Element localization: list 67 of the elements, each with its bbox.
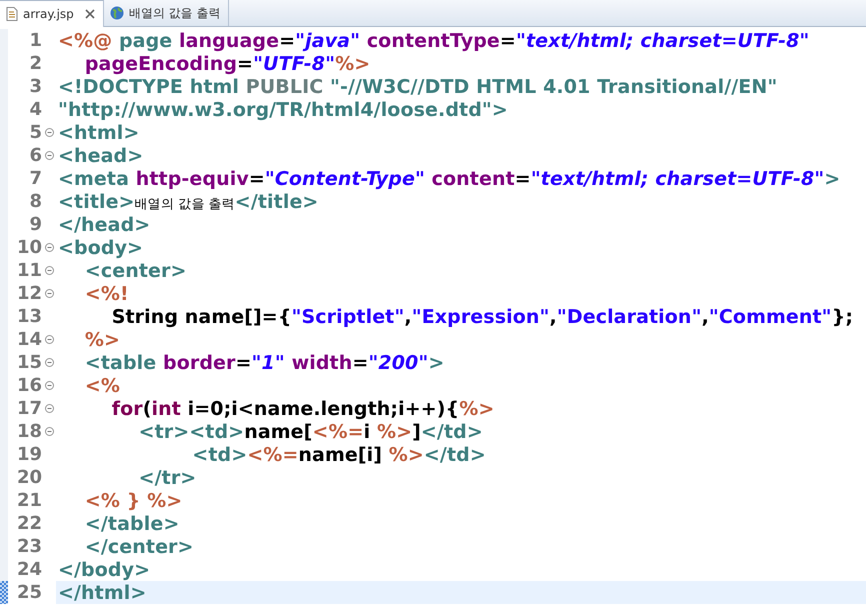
code-line: pageEncoding="UTF-8"%> xyxy=(84,52,370,74)
fold-icon[interactable] xyxy=(44,335,54,344)
line-number: 17 xyxy=(16,398,42,419)
code-line: <center> xyxy=(84,260,187,282)
line-number: 1 xyxy=(28,30,42,51)
fold-icon[interactable] xyxy=(44,266,54,275)
line-number: 16 xyxy=(16,375,42,396)
line-number: 3 xyxy=(28,76,42,97)
line-number: 19 xyxy=(16,444,42,465)
code-line: </tr> xyxy=(138,466,196,488)
code-line: for(int i=0;i<name.length;i++){%> xyxy=(110,398,494,420)
line-number: 9 xyxy=(28,214,42,235)
line-number: 8 xyxy=(28,191,42,212)
code-line: %> xyxy=(84,328,120,350)
line-number: 2 xyxy=(28,53,42,74)
line-number: 13 xyxy=(16,306,42,327)
line-number: 15 xyxy=(16,352,42,373)
file-icon xyxy=(6,7,18,21)
line-number: 23 xyxy=(16,536,42,557)
line-number: 21 xyxy=(16,490,42,511)
fold-icon[interactable] xyxy=(44,128,54,137)
code-line: </body> xyxy=(58,558,150,580)
code-line: <td><%=name[i] %></td> xyxy=(191,444,486,466)
tab-label: 배열의 값을 출력 xyxy=(128,4,220,22)
code-line: String name[]={"Scriptlet","Expression","Declaration","Comment"}; xyxy=(110,306,854,328)
code-line: <%@ page language="java" contentType="text/html; charset=UTF-8" xyxy=(58,30,810,52)
code-line: <meta http-equiv="Content-Type" content="text/html; charset=UTF-8"> xyxy=(58,168,840,190)
code-line: </html> xyxy=(58,582,146,604)
line-number: 10 xyxy=(16,237,42,258)
code-line: <!DOCTYPE html PUBLIC "-//W3C//DTD HTML 4.01 Transitional//EN" xyxy=(58,76,778,98)
editor-tab[interactable]: 배열의 값을 출력 xyxy=(104,0,230,26)
line-number: 14 xyxy=(16,329,42,350)
editor-tab[interactable]: array.jsp xyxy=(0,0,104,27)
line-number: 22 xyxy=(16,513,42,534)
globe-icon xyxy=(110,6,124,20)
code-line: <%! xyxy=(84,282,129,304)
code-line: </head> xyxy=(58,214,150,236)
line-number: 5 xyxy=(28,122,42,143)
line-number: 11 xyxy=(16,260,42,281)
line-number: 18 xyxy=(16,421,42,442)
line-number: 4 xyxy=(28,99,42,120)
fold-icon[interactable] xyxy=(44,243,54,252)
close-icon[interactable] xyxy=(84,9,95,19)
line-number: 20 xyxy=(16,467,42,488)
fold-icon[interactable] xyxy=(44,151,54,160)
line-number: 12 xyxy=(16,283,42,304)
line-number: 6 xyxy=(28,145,42,166)
code-line: <head> xyxy=(58,144,144,166)
code-line: <% } %> xyxy=(84,490,182,512)
code-line: <title>배열의 값을 출력</title> xyxy=(58,190,318,212)
fold-icon[interactable] xyxy=(44,381,54,390)
code-line: "http://www.w3.org/TR/html4/loose.dtd"> xyxy=(58,98,508,120)
code-line: <% xyxy=(84,374,120,396)
fold-icon[interactable] xyxy=(44,358,54,367)
line-number: 24 xyxy=(16,559,42,580)
code-line: <table border="1" width="200"> xyxy=(84,352,444,374)
code-line: <tr><td>name[<%=i %>]</td> xyxy=(138,420,483,442)
fold-icon[interactable] xyxy=(44,404,54,413)
tab-label: array.jsp xyxy=(23,7,74,21)
fold-icon[interactable] xyxy=(44,289,54,298)
code-line: </center> xyxy=(84,536,194,558)
line-number: 25 xyxy=(16,582,42,603)
code-line: </table> xyxy=(84,512,180,534)
line-number: 7 xyxy=(28,168,42,189)
code-line: <body> xyxy=(58,236,144,258)
fold-icon[interactable] xyxy=(44,427,54,436)
code-line: <html> xyxy=(58,122,140,144)
